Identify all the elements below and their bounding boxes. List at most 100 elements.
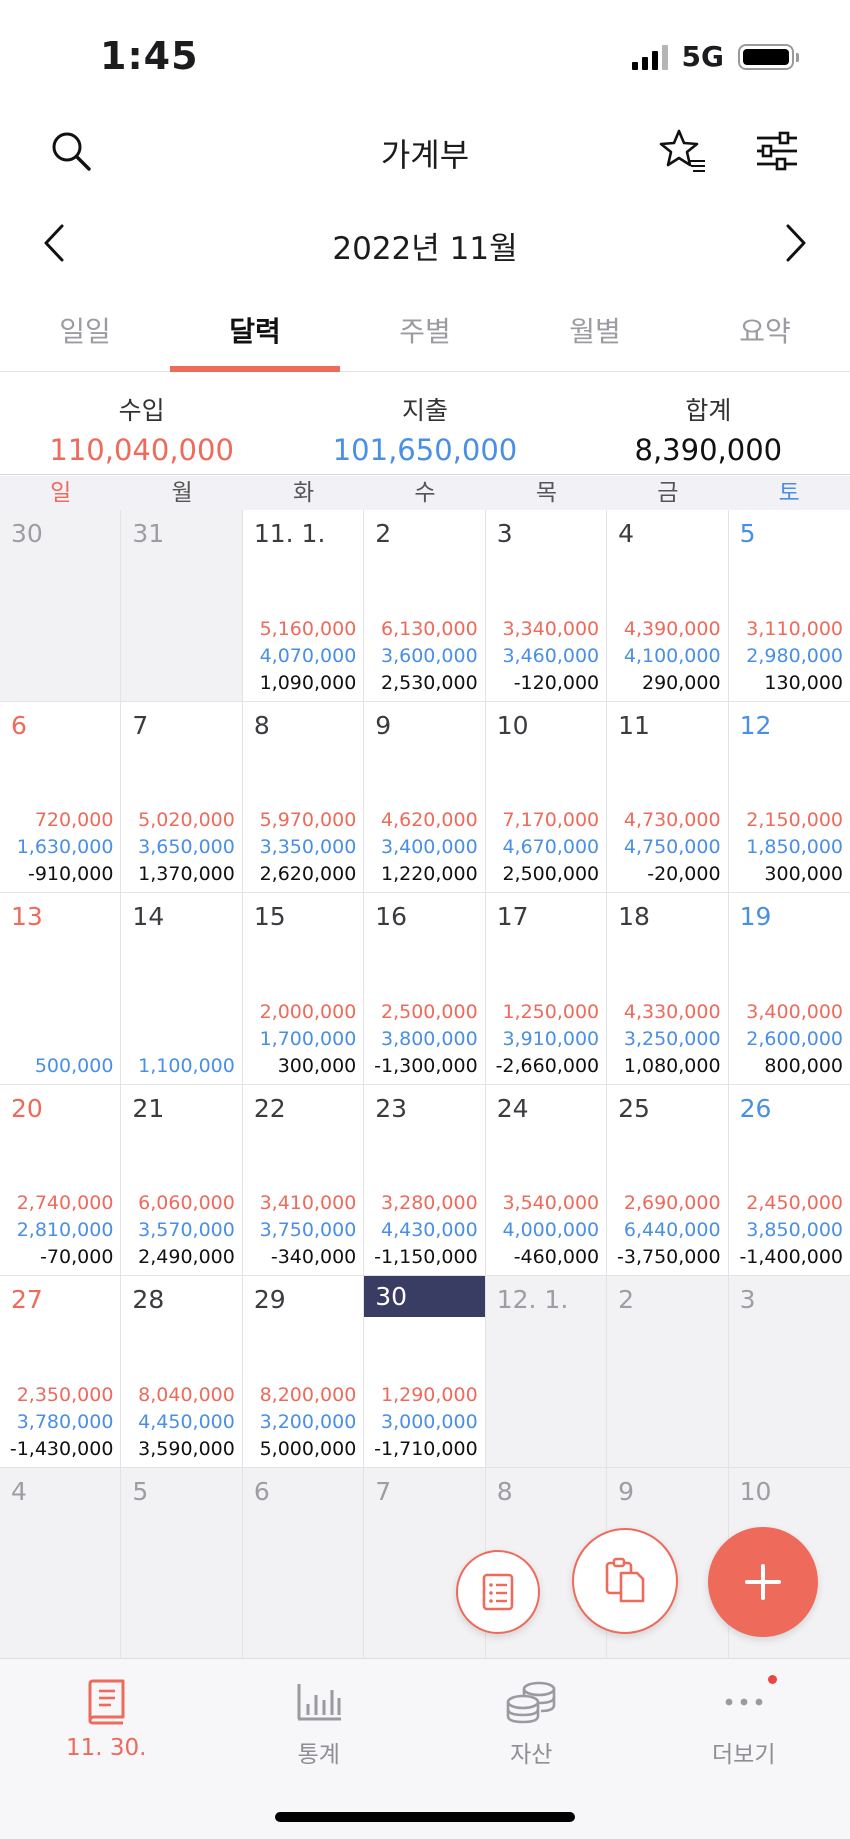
calendar-day[interactable]: 8 5,970,000 3,350,000 2,620,000: [242, 701, 365, 893]
day-amounts: 8,200,000 3,200,000 5,000,000: [260, 1382, 357, 1463]
day-amounts: 2,000,000 1,700,000 300,000: [260, 999, 357, 1080]
day-amounts: 4,730,000 4,750,000 -20,000: [624, 807, 721, 888]
weekday-tue: 화: [292, 480, 315, 506]
day-amounts: 2,150,000 1,850,000 300,000: [746, 807, 843, 888]
calendar-day[interactable]: 27 2,350,000 3,780,000 -1,430,000: [0, 1276, 122, 1468]
day-expense: 3,750,000: [259, 1219, 357, 1241]
calendar-day[interactable]: 29 8,200,000 3,200,000 5,000,000: [242, 1276, 365, 1468]
calendar-day[interactable]: 19 3,400,000 2,600,000 800,000: [728, 893, 850, 1085]
add-transaction-button[interactable]: [708, 1527, 818, 1637]
calendar-day[interactable]: 17 1,250,000 3,910,000 -2,660,000: [485, 893, 608, 1085]
day-income: 6,130,000: [381, 617, 478, 640]
day-expense: 500,000: [34, 1054, 114, 1077]
day-income: 2,450,000: [746, 1192, 843, 1214]
day-amounts: 4,620,000 3,400,000 1,220,000: [381, 807, 478, 888]
favorites-button[interactable]: [658, 126, 708, 176]
more-dots-icon: [725, 1698, 763, 1706]
calendar-day[interactable]: 12 2,150,000 1,850,000 300,000: [728, 701, 850, 893]
calendar-day[interactable]: 22 3,410,000 3,750,000 -340,000: [242, 1084, 365, 1276]
day-amounts: 8,040,000 4,450,000 3,590,000: [138, 1382, 235, 1463]
total-value: 8,390,000: [634, 433, 783, 467]
day-expense: 2,600,000: [746, 1027, 843, 1050]
calendar-day[interactable]: 14 1,100,000: [121, 893, 243, 1085]
nav-assets[interactable]: 자산: [425, 1659, 638, 1769]
day-income: 2,000,000: [259, 1000, 357, 1023]
calendar-day[interactable]: 18 4,330,000 3,250,000 1,080,000: [607, 893, 729, 1085]
calendar-day[interactable]: 23 3,280,000 4,430,000 -1,150,000: [364, 1084, 486, 1276]
list-view-button[interactable]: [456, 1550, 540, 1634]
calendar-day[interactable]: 2: [607, 1276, 729, 1468]
day-total: -340,000: [270, 1246, 357, 1268]
tab-daily[interactable]: 일일: [0, 290, 170, 371]
day-total: 2,530,000: [381, 671, 478, 694]
copy-button[interactable]: [572, 1528, 678, 1634]
day-income: 2,740,000: [16, 1192, 114, 1214]
month-title[interactable]: 2022년 11월: [0, 223, 850, 268]
calendar-day[interactable]: 10 7,170,000 4,670,000 2,500,000: [485, 701, 608, 893]
day-number: 11. 1.: [253, 519, 326, 548]
calendar-day[interactable]: 9 4,620,000 3,400,000 1,220,000: [364, 701, 486, 893]
chevron-right-icon: [786, 224, 806, 262]
tab-summary[interactable]: 요약: [680, 290, 850, 371]
calendar-day[interactable]: 24 3,540,000 4,000,000 -460,000: [485, 1084, 608, 1276]
day-income: 3,340,000: [502, 617, 600, 640]
day-income: 3,400,000: [746, 1000, 843, 1023]
calendar-day[interactable]: 31: [121, 510, 243, 702]
calendar-day[interactable]: 26 2,450,000 3,850,000 -1,400,000: [728, 1084, 850, 1276]
day-number: 5: [739, 519, 756, 548]
day-income: 1,290,000: [381, 1383, 478, 1406]
calendar-day[interactable]: 5: [121, 1467, 243, 1659]
calendar-day[interactable]: 4 4,390,000 4,100,000 290,000: [607, 510, 729, 702]
day-income: 2,500,000: [381, 1000, 478, 1023]
calendar-day[interactable]: 3 3,340,000 3,460,000 -120,000: [485, 510, 608, 702]
day-amounts: 1,290,000 3,000,000 -1,710,000: [374, 1382, 478, 1463]
calendar-day[interactable]: 28 8,040,000 4,450,000 3,590,000: [121, 1276, 243, 1468]
day-income: 3,280,000: [381, 1192, 478, 1214]
month-navigator: 2022년 11월: [0, 205, 850, 280]
tab-calendar[interactable]: 달력: [170, 290, 340, 372]
calendar-day[interactable]: 30: [0, 510, 122, 702]
day-total: -3,750,000: [617, 1246, 721, 1268]
calendar-day[interactable]: 13 500,000: [0, 893, 122, 1085]
day-number: 13: [11, 902, 43, 931]
calendar-day[interactable]: 4: [0, 1467, 122, 1659]
day-expense: 4,070,000: [259, 644, 357, 667]
day-amounts: 6,060,000 3,570,000 2,490,000: [138, 1190, 235, 1271]
calendar-day[interactable]: 25 2,690,000 6,440,000 -3,750,000: [607, 1084, 729, 1276]
status-indicators: 5G: [631, 40, 799, 73]
tab-monthly[interactable]: 월별: [510, 290, 680, 371]
calendar-day[interactable]: 15 2,000,000 1,700,000 300,000: [242, 893, 365, 1085]
calendar-day[interactable]: 11. 1. 5,160,000 4,070,000 1,090,000: [242, 510, 365, 702]
calendar-day[interactable]: 3: [728, 1276, 850, 1468]
day-amounts: 3,110,000 2,980,000 130,000: [746, 616, 843, 697]
calendar-day[interactable]: 6: [242, 1467, 365, 1659]
day-total: 5,000,000: [259, 1437, 357, 1460]
calendar-day[interactable]: 20 2,740,000 2,810,000 -70,000: [0, 1084, 122, 1276]
day-income: 5,020,000: [138, 809, 235, 831]
day-number: 29: [253, 1285, 286, 1314]
coins-stack-icon: [506, 1681, 556, 1724]
day-number: 7: [375, 1476, 392, 1506]
day-expense: 3,650,000: [138, 836, 235, 858]
nav-stats[interactable]: 통계: [213, 1659, 426, 1769]
calendar-day[interactable]: 6 720,000 1,630,000 -910,000: [0, 701, 122, 893]
calendar-day[interactable]: 7 5,020,000 3,650,000 1,370,000: [121, 701, 243, 893]
tab-weekly[interactable]: 주별: [340, 290, 510, 371]
day-amounts: 5,160,000 4,070,000 1,090,000: [260, 616, 357, 697]
calendar-day[interactable]: 12. 1.: [485, 1276, 608, 1468]
filter-button[interactable]: [754, 128, 800, 174]
calendar-day[interactable]: 16 2,500,000 3,800,000 -1,300,000: [364, 893, 486, 1085]
day-number: 9: [375, 710, 392, 740]
calendar-day-today[interactable]: 30 1,290,000 3,000,000 -1,710,000: [364, 1276, 486, 1468]
calendar-day[interactable]: 11 4,730,000 4,750,000 -20,000: [607, 701, 729, 893]
calendar-day[interactable]: 21 6,060,000 3,570,000 2,490,000: [121, 1084, 243, 1276]
nav-more[interactable]: 더보기: [638, 1659, 850, 1769]
day-amounts: 6,130,000 3,600,000 2,530,000: [381, 616, 478, 697]
nav-ledger[interactable]: 11. 30.: [0, 1659, 213, 1769]
weekday-sat: 토: [778, 480, 800, 506]
calendar-day[interactable]: 2 6,130,000 3,600,000 2,530,000: [364, 510, 486, 702]
next-month-button[interactable]: [778, 219, 814, 267]
calendar-day[interactable]: 5 3,110,000 2,980,000 130,000: [728, 510, 850, 702]
day-amounts: 3,410,000 3,750,000 -340,000: [260, 1190, 357, 1271]
page-title: 가계부: [380, 136, 470, 174]
